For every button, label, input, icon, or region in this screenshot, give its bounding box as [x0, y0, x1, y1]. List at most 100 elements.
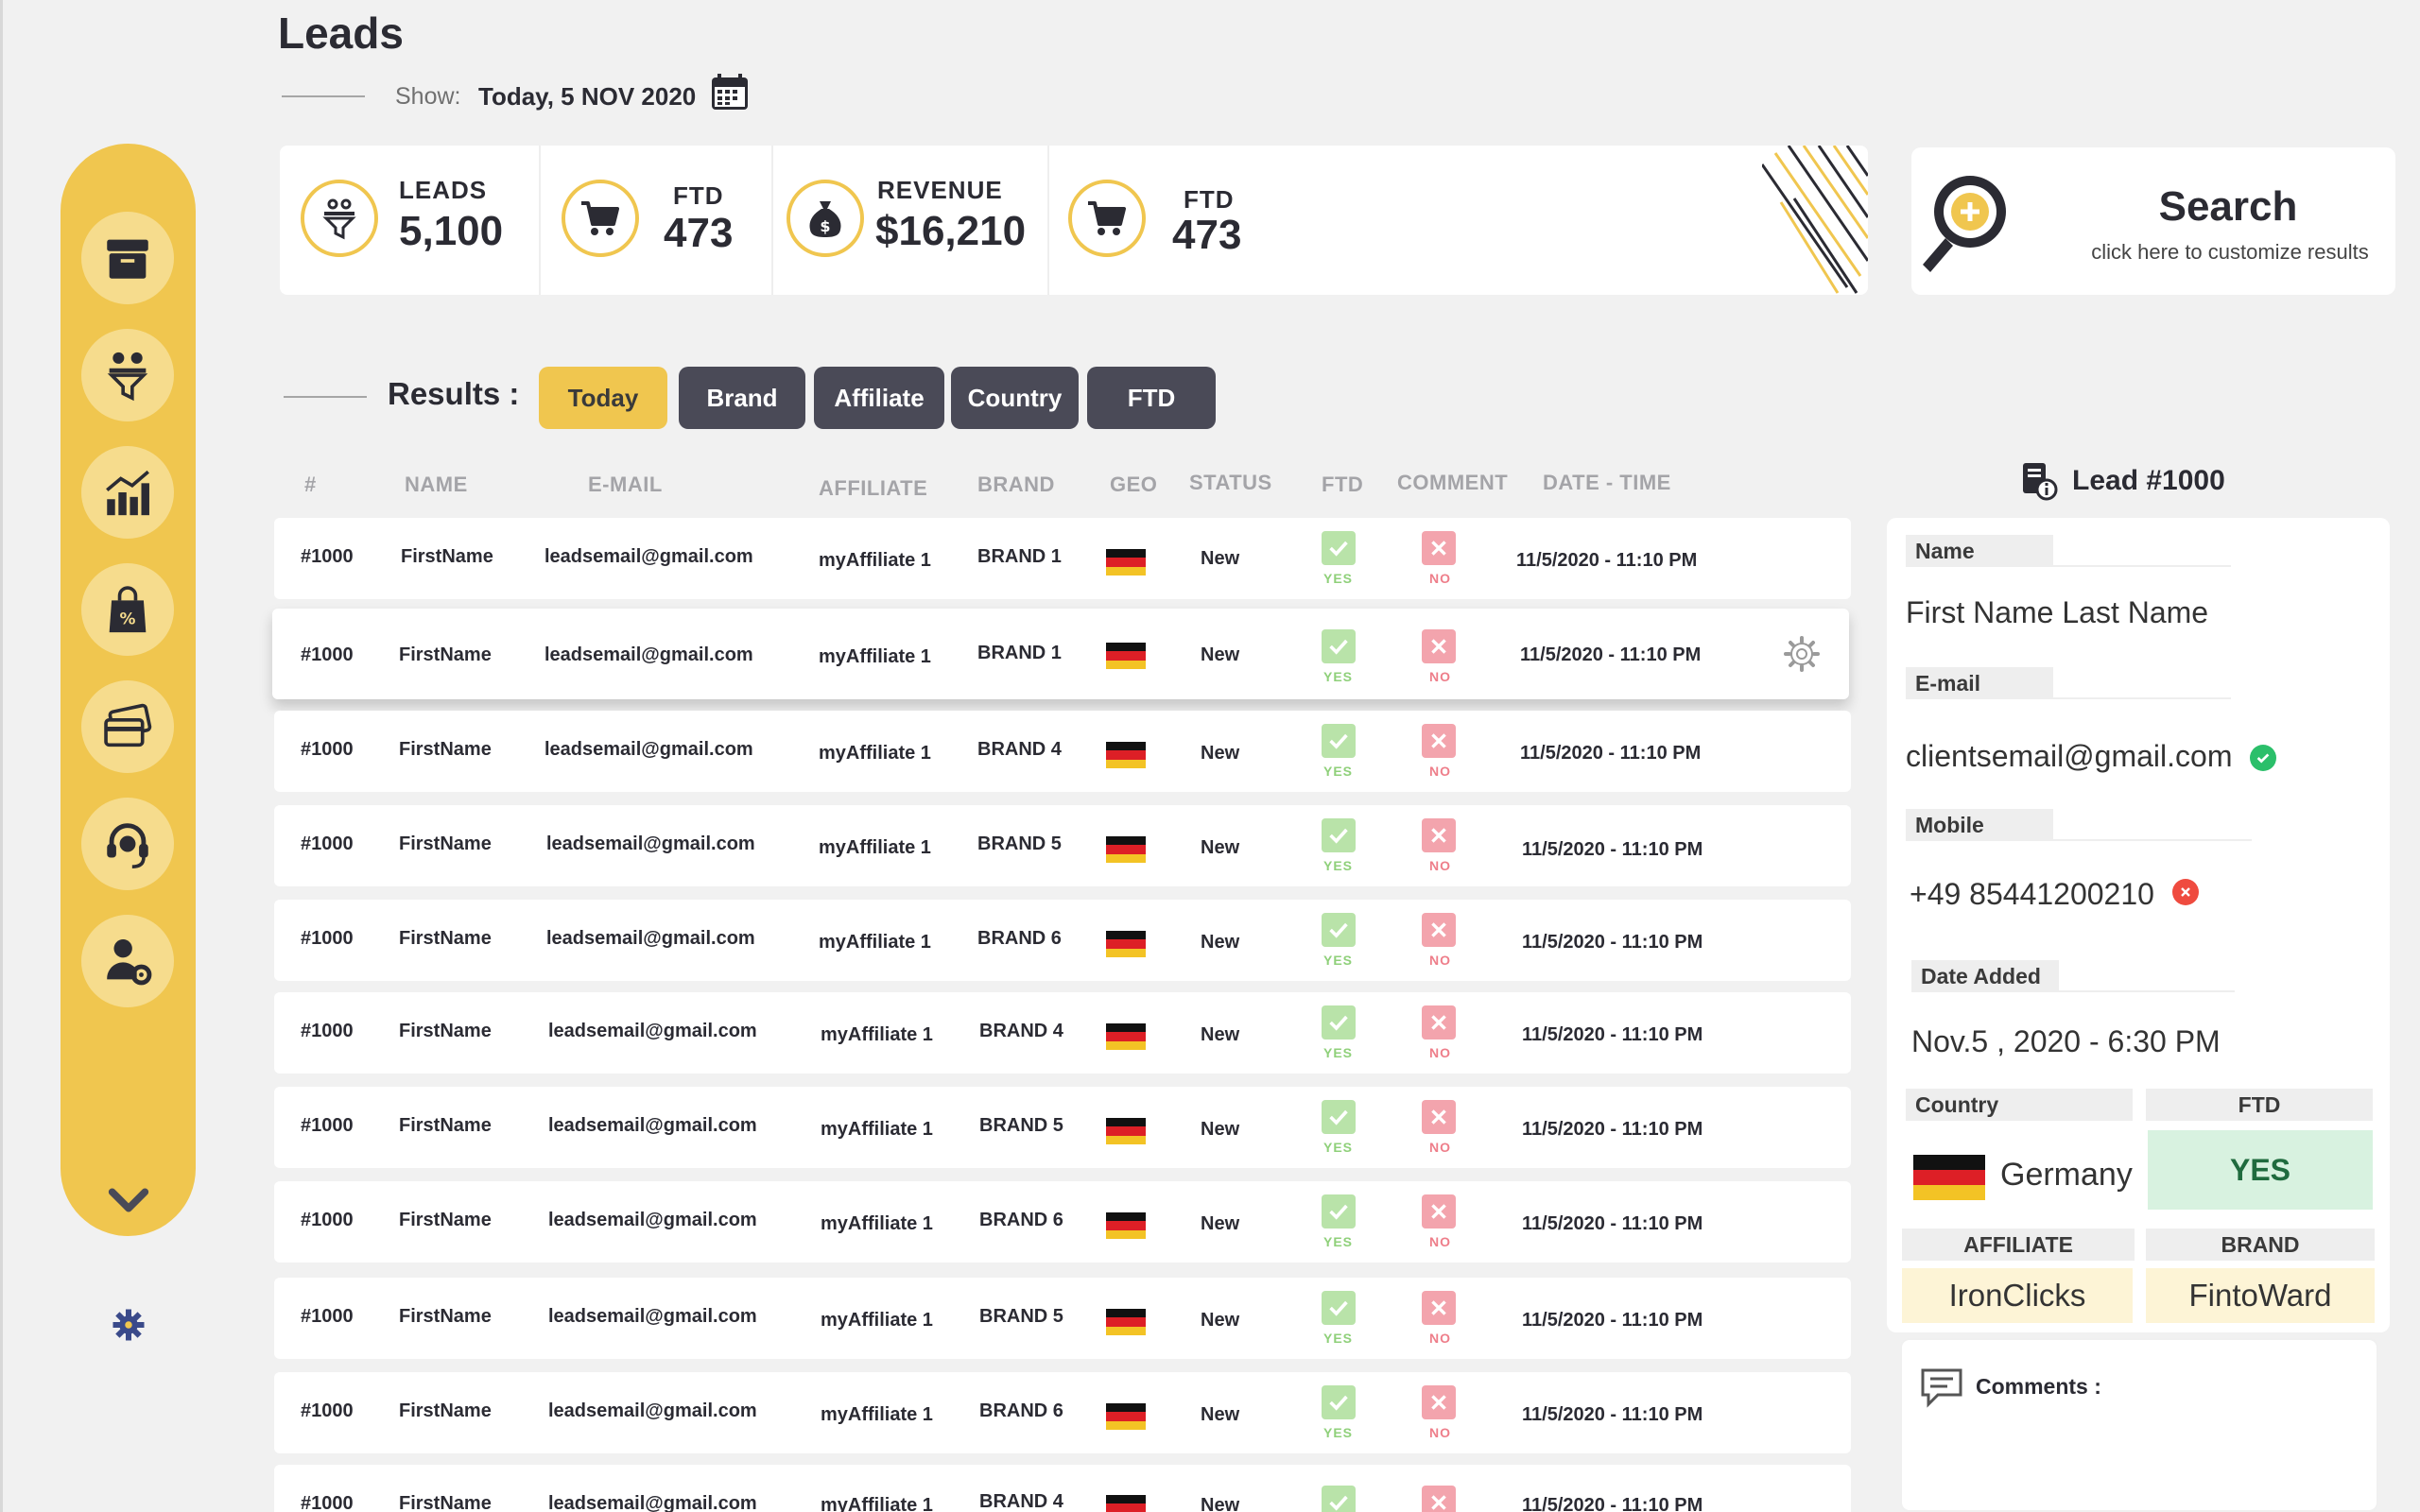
ftd-check-icon: [1322, 1005, 1356, 1040]
column-header-id[interactable]: #: [304, 472, 317, 497]
lead-id: #1000: [301, 1493, 354, 1512]
lead-brand: BRAND 6: [979, 1400, 1063, 1421]
sidebar-item-user-settings[interactable]: [81, 915, 174, 1007]
table-row[interactable]: #1000 FirstName leadsemail@gmail.com myA…: [274, 1278, 1851, 1359]
lead-brand: BRAND 4: [977, 739, 1062, 760]
comment-no-label: NO: [1429, 1234, 1451, 1249]
filter-ftd[interactable]: FTD: [1087, 367, 1216, 429]
money-bag-icon: $: [809, 201, 841, 237]
comments-box[interactable]: Comments :: [1900, 1338, 2378, 1512]
lead-email: leadsemail@gmail.com: [544, 739, 753, 760]
ftd-yes-label: YES: [1323, 764, 1354, 779]
filter-affiliate[interactable]: Affiliate: [814, 367, 944, 429]
filter-country[interactable]: Country: [951, 367, 1079, 429]
germany-flag-icon: [1106, 1118, 1146, 1144]
comment-x-icon: [1422, 1194, 1456, 1228]
lead-brand: BRAND 1: [977, 643, 1062, 663]
sidebar-item-archive[interactable]: [81, 212, 174, 304]
lead-status: New: [1201, 837, 1240, 858]
table-row-selected[interactable]: #1000 FirstName leadsemail@gmail.com myA…: [272, 609, 1849, 699]
stat-label: REVENUE: [877, 176, 1003, 204]
column-header-geo[interactable]: GEO: [1110, 472, 1157, 497]
search-subtitle: click here to customize results: [2091, 240, 2369, 264]
table-row[interactable]: #1000 FirstName leadsemail@gmail.com myA…: [274, 1087, 1851, 1168]
comment-no-label: NO: [1429, 571, 1451, 586]
lead-name: FirstName: [399, 833, 492, 854]
column-header-affiliate[interactable]: AFFILIATE: [819, 476, 927, 501]
ftd-check-icon: [1322, 1100, 1356, 1134]
lead-name-value: First Name Last Name: [1906, 595, 2209, 629]
svg-text:$: $: [820, 217, 830, 235]
lead-name: FirstName: [399, 1306, 492, 1327]
divider: [284, 396, 367, 398]
comment-no-label: NO: [1429, 669, 1451, 684]
ftd-yes-label: YES: [1323, 953, 1354, 968]
germany-flag-icon: [1106, 742, 1146, 768]
column-header-email[interactable]: E-MAIL: [588, 472, 663, 497]
stat-value: 5,100: [399, 208, 504, 254]
lead-brand: BRAND 6: [979, 1210, 1063, 1230]
lead-datetime: 11/5/2020 - 11:10 PM: [1522, 1119, 1703, 1140]
column-header-ftd[interactable]: FTD: [1322, 472, 1363, 497]
country-value: Germany: [2000, 1157, 2133, 1193]
sidebar-item-analytics[interactable]: [81, 446, 174, 539]
comment-no-label: NO: [1429, 1331, 1451, 1346]
calendar-icon[interactable]: [709, 72, 751, 113]
sidebar-item-support[interactable]: [81, 798, 174, 890]
lead-affiliate: myAffiliate 1: [819, 837, 931, 858]
comment-no-label: NO: [1429, 1140, 1451, 1155]
lead-detail-header: Lead #1000: [2019, 461, 2225, 501]
table-row[interactable]: #1000 FirstName leadsemail@gmail.com myA…: [274, 1181, 1851, 1263]
column-header-brand[interactable]: BRAND: [977, 472, 1055, 497]
lead-affiliate: myAffiliate 1: [819, 932, 931, 953]
lead-id: #1000: [301, 546, 354, 567]
comment-x-icon: [1422, 818, 1456, 852]
decorative-stripes: [1762, 146, 1868, 294]
table-row[interactable]: #1000 FirstName leadsemail@gmail.com myA…: [274, 1465, 1851, 1512]
date-added-value: Nov.5 , 2020 - 6:30 PM: [1911, 1024, 2221, 1058]
column-header-datetime[interactable]: DATE - TIME: [1543, 471, 1671, 495]
lead-brand: BRAND 4: [979, 1021, 1063, 1041]
table-row[interactable]: #1000 FirstName leadsemail@gmail.com myA…: [274, 518, 1851, 599]
lead-datetime: 11/5/2020 - 11:10 PM: [1522, 1213, 1703, 1234]
ftd-check-icon: [1322, 1194, 1356, 1228]
sidebar-item-leads[interactable]: [81, 329, 174, 421]
column-header-status[interactable]: STATUS: [1189, 471, 1272, 495]
ftd-check-icon: [1322, 913, 1356, 947]
name-field-label: Name: [1906, 535, 2053, 567]
table-row[interactable]: #1000 FirstName leadsemail@gmail.com myA…: [274, 805, 1851, 886]
lead-brand: BRAND 1: [977, 546, 1062, 567]
stat-value: $16,210: [875, 208, 1027, 254]
sidebar-item-offers[interactable]: %: [81, 563, 174, 656]
stat-label: FTD: [1184, 185, 1235, 214]
date-filter-value[interactable]: Today, 5 NOV 2020: [478, 82, 696, 112]
table-row[interactable]: #1000 FirstName leadsemail@gmail.com myA…: [274, 992, 1851, 1074]
lead-status: New: [1201, 548, 1240, 569]
germany-flag-icon: [1106, 931, 1146, 957]
filter-brand[interactable]: Brand: [679, 367, 805, 429]
sidebar-expand-button[interactable]: [102, 1174, 155, 1227]
sidebar-settings-button[interactable]: [108, 1304, 149, 1346]
search-icon: [1923, 176, 2006, 272]
lead-email-value: clientsemail@gmail.com: [1906, 739, 2233, 773]
table-row[interactable]: #1000 FirstName leadsemail@gmail.com myA…: [274, 711, 1851, 792]
mobile-field-label: Mobile: [1906, 809, 2053, 841]
invalid-x-icon: [2172, 879, 2199, 905]
lead-info-icon: [2023, 463, 2058, 501]
filter-today[interactable]: Today: [539, 367, 667, 429]
table-row[interactable]: #1000 FirstName leadsemail@gmail.com myA…: [274, 1372, 1851, 1453]
table-row[interactable]: #1000 FirstName leadsemail@gmail.com myA…: [274, 900, 1851, 981]
column-header-comment[interactable]: COMMENT: [1397, 471, 1508, 495]
search-card[interactable]: Search click here to customize results: [1911, 147, 2395, 295]
lead-id: #1000: [301, 739, 354, 760]
stats-card: LEADS 5,100 FTD 473 $ REVENUE $16,210 FT…: [280, 146, 1868, 295]
divider: [2053, 839, 2252, 841]
show-label: Show:: [395, 83, 461, 110]
comment-no-label: NO: [1429, 953, 1451, 968]
row-settings-gear-icon[interactable]: [1781, 633, 1823, 675]
lead-email: leadsemail@gmail.com: [548, 1400, 757, 1421]
column-header-name[interactable]: NAME: [405, 472, 468, 497]
user-gear-icon: [107, 939, 152, 986]
stat-leads: LEADS 5,100: [280, 146, 539, 295]
sidebar-item-payments[interactable]: [81, 680, 174, 773]
